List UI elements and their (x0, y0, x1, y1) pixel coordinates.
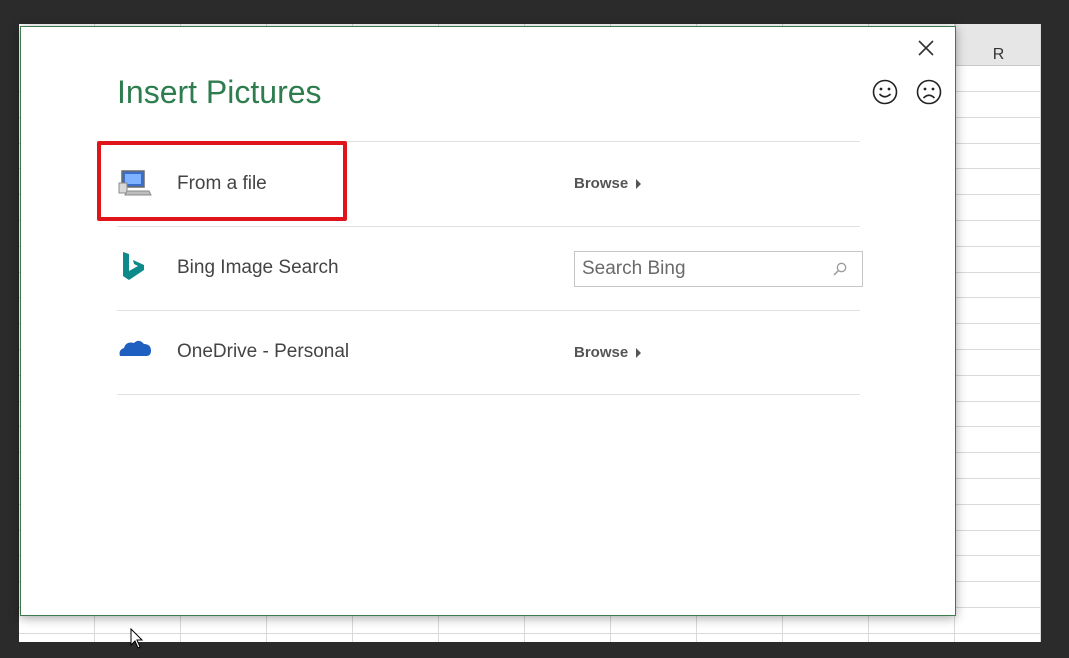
search-bing-input[interactable] (575, 258, 822, 280)
smile-icon (872, 79, 898, 105)
dialog-title: Insert Pictures (117, 74, 322, 110)
row-label: OneDrive - Personal (177, 341, 350, 362)
column-header-r[interactable]: R (955, 24, 1041, 66)
divider (117, 394, 860, 395)
browse-button-onedrive[interactable]: Browse (574, 344, 642, 361)
close-icon (918, 40, 934, 56)
bing-icon (123, 252, 144, 280)
mouse-cursor-icon (130, 628, 144, 649)
grid-col-line (1040, 24, 1041, 642)
column-label: R (992, 45, 1005, 63)
browse-button-file[interactable]: Browse (574, 175, 642, 192)
row-label: Bing Image Search (177, 257, 339, 278)
highlight-box (97, 141, 347, 221)
row-bing-image-search[interactable]: Bing Image Search (117, 226, 863, 310)
insert-pictures-dialog: Insert Pictures From a file Browse Bing … (20, 26, 956, 616)
onedrive-icon (119, 340, 151, 356)
send-frown-button[interactable] (916, 79, 942, 105)
search-bing-box[interactable] (574, 251, 863, 287)
browse-label: Browse (574, 175, 629, 192)
frown-icon (916, 79, 942, 105)
send-smile-button[interactable] (872, 79, 898, 105)
row-onedrive-personal[interactable]: OneDrive - Personal Browse (117, 310, 860, 394)
caret-right-icon (636, 178, 642, 189)
close-button[interactable] (914, 36, 938, 60)
search-icon[interactable] (832, 261, 848, 277)
grid-row-line (19, 633, 1041, 634)
caret-right-icon (636, 347, 642, 358)
browse-label: Browse (574, 344, 629, 361)
